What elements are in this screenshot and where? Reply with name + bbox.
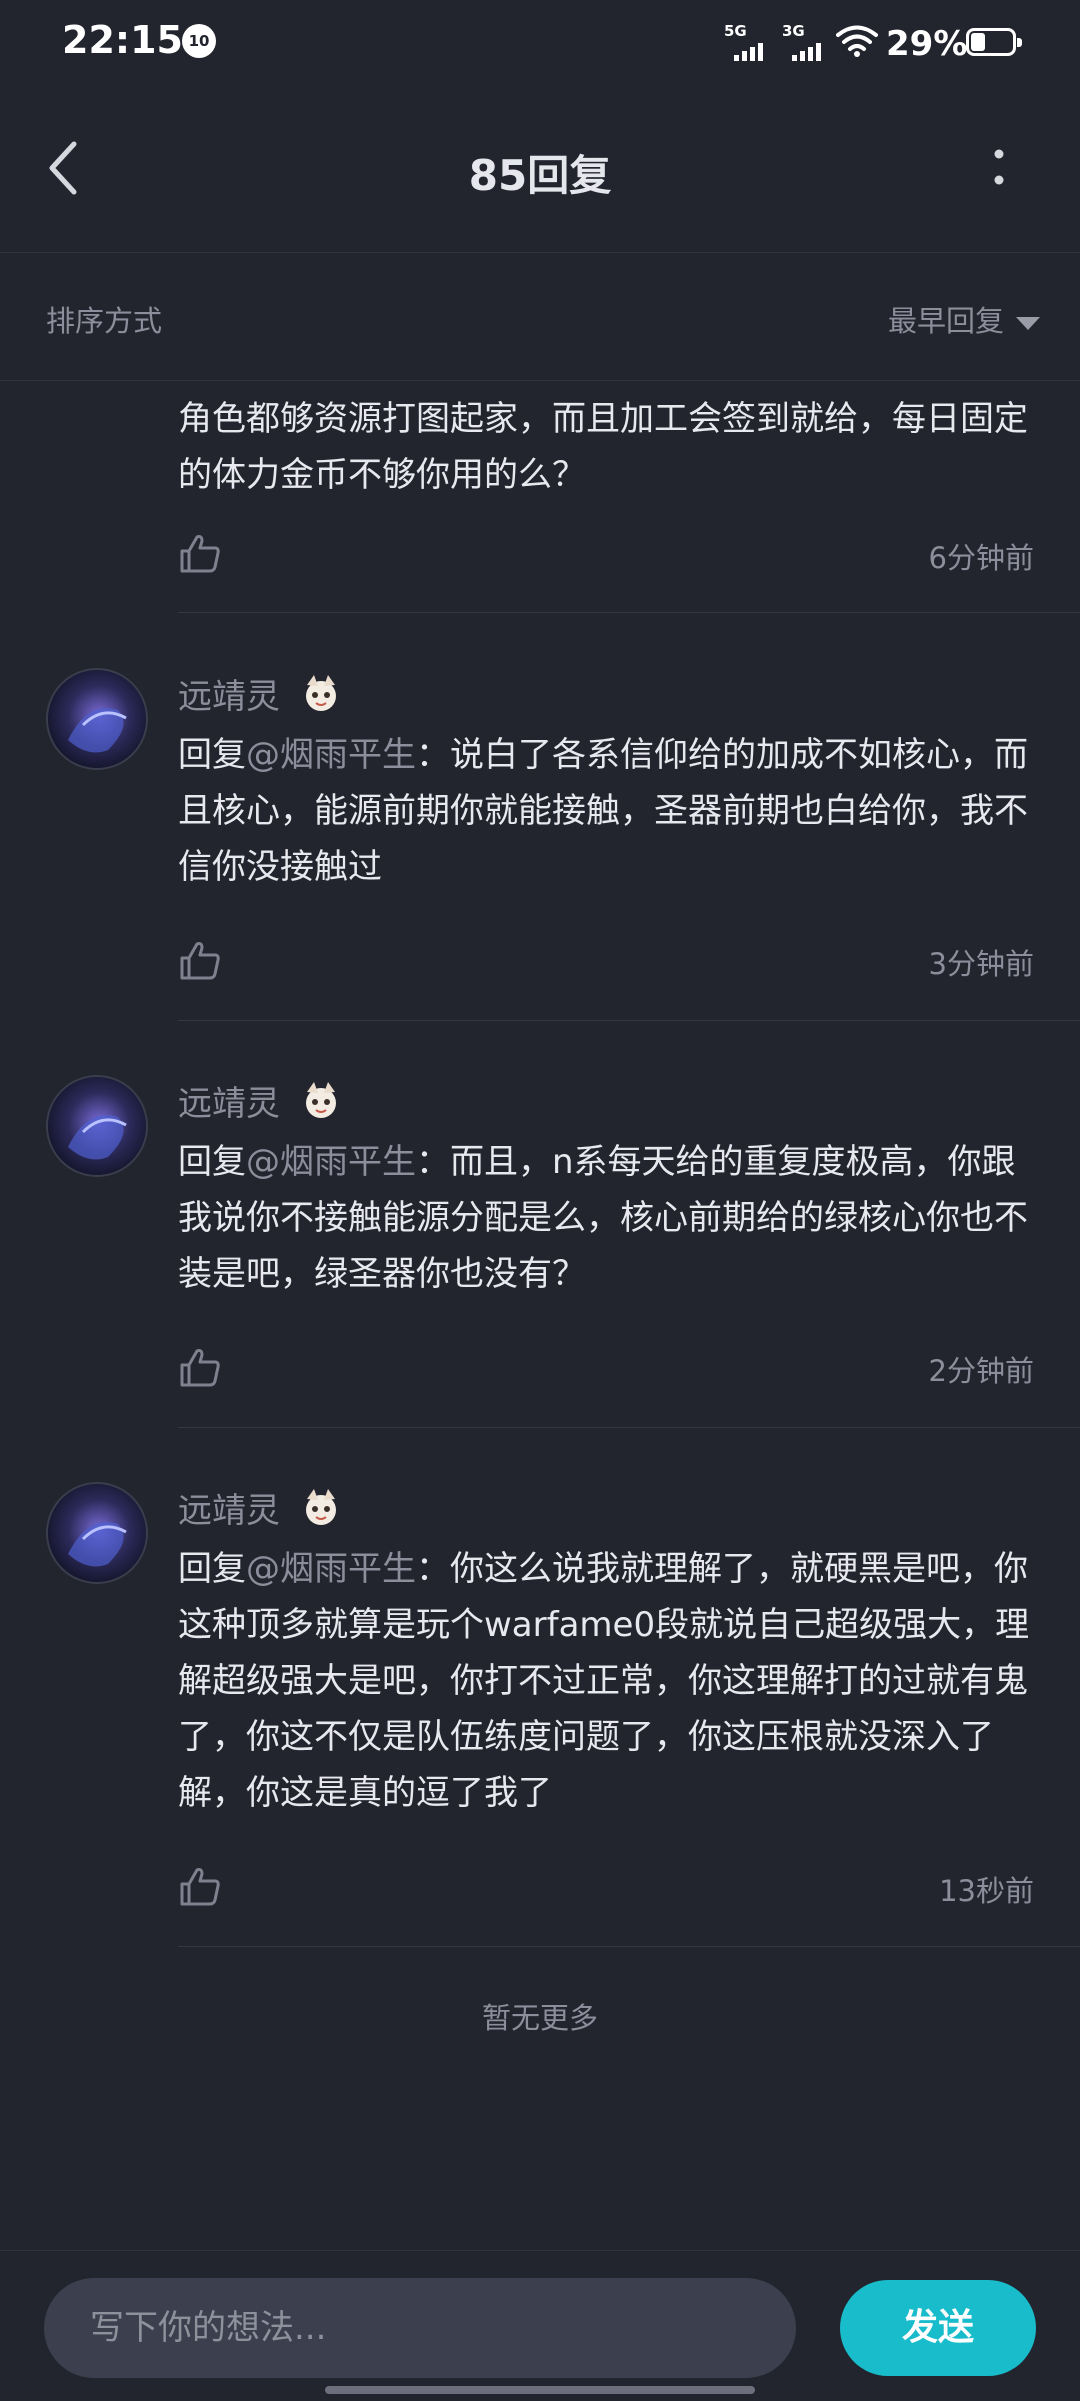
comment-time: 2分钟前 [928,1354,1034,1388]
signal-5g-icon: 5G [724,22,774,62]
notification-count-badge: 10 [182,24,216,58]
avatar[interactable] [46,1482,148,1584]
user-badge-icon [306,1082,336,1118]
comment-text: 角色都够资源打图起家，而且加工会签到就给，每日固定的体力金币不够你用的么？ [178,399,1028,495]
signal-3g-icon: 3G [782,22,832,62]
divider [178,612,1080,613]
username[interactable]: 远靖灵 [178,1076,280,1125]
status-time: 22:15 [62,18,183,62]
username[interactable]: 远靖灵 [178,669,280,718]
like-icon[interactable] [178,1864,222,1908]
battery-icon [966,28,1022,56]
user-badge-icon [306,1489,336,1525]
avatar[interactable] [46,1075,148,1177]
mention-link[interactable]: @烟雨平生 [246,1549,416,1589]
mention-link[interactable]: @烟雨平生 [246,1142,416,1182]
battery-percent: 29% [886,24,968,64]
like-icon[interactable] [178,1345,222,1389]
comment-input[interactable] [44,2278,796,2378]
wifi-icon [836,25,878,57]
sort-dropdown[interactable]: 最早回复 [888,298,1040,340]
no-more-label: 暂无更多 [481,2001,598,2035]
divider [178,1427,1080,1428]
more-options-button[interactable] [984,146,1014,192]
comment-time: 3分钟前 [928,947,1034,981]
mention-link[interactable]: @烟雨平生 [246,735,416,775]
like-icon[interactable] [178,531,222,575]
comment-time: 6分钟前 [928,541,1034,575]
comment-list: 角色都够资源打图起家，而且加工会签到就给，每日固定的体力金币不够你用的么？ 6分… [0,381,1080,2251]
sort-label: 排序方式 [46,304,163,338]
send-button[interactable]: 发送 [840,2280,1036,2376]
comment-text: 回复@烟雨平生：而且，n系每天给的重复度极高，你跟我说你不接触能源分配是么，核心… [178,1142,1028,1294]
divider [178,1946,1080,1947]
like-icon[interactable] [178,938,222,982]
app-header: 85回复 [0,84,1080,253]
status-bar: 22:15 10 5G 3G 29% [0,0,1080,84]
username[interactable]: 远靖灵 [178,1483,280,1532]
comment-input-bar: 发送 [0,2250,1080,2401]
page-title: 85回复 [468,151,612,200]
comment-time: 13秒前 [939,1874,1034,1908]
sort-selected-value: 最早回复 [887,304,1004,338]
sort-bar: 排序方式 最早回复 [0,252,1080,381]
home-indicator[interactable] [325,2386,755,2394]
user-badge-icon [306,675,336,711]
comment-text: 回复@烟雨平生：说白了各系信仰给的加成不如核心，而且核心，能源前期你就能接触，圣… [178,735,1028,887]
comment-text: 回复@烟雨平生：你这么说我就理解了，就硬黑是吧，你这种顶多就算是玩个warfam… [178,1549,1030,1813]
avatar[interactable] [46,668,148,770]
divider [178,1020,1080,1021]
caret-down-icon [1016,316,1040,330]
